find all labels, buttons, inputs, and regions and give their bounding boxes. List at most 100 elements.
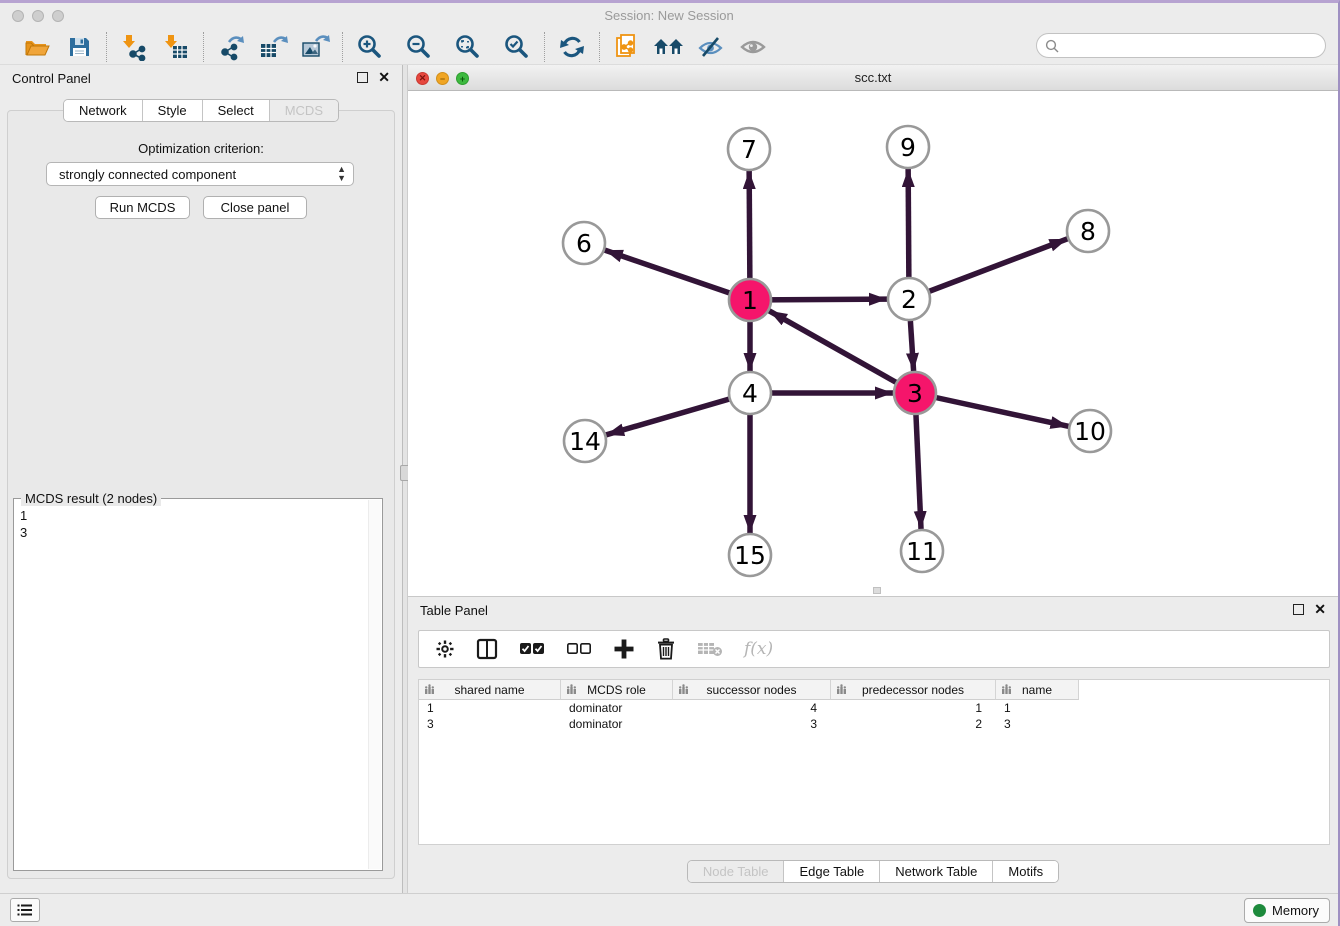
edge-4-14[interactable]	[606, 393, 750, 435]
zoom-selected-icon[interactable]	[500, 32, 534, 62]
table-row[interactable]: 1dominator411	[419, 700, 1329, 716]
search-field[interactable]	[1036, 33, 1326, 58]
zoom-in-icon[interactable]	[353, 32, 387, 62]
select-all-icon[interactable]	[519, 635, 545, 663]
graph-node-1[interactable]: 1	[729, 279, 771, 321]
open-folder-icon[interactable]	[20, 32, 54, 62]
tab-motifs[interactable]: Motifs	[993, 861, 1058, 882]
edge-3-10[interactable]	[915, 393, 1069, 426]
column-type-icon	[424, 684, 435, 695]
save-session-icon[interactable]	[62, 32, 96, 62]
zoom-fit-icon[interactable]	[451, 32, 485, 62]
memory-status-icon	[1253, 904, 1266, 917]
network-window-titlebar[interactable]: ✕ − + scc.txt	[408, 65, 1338, 91]
column-header-successor-nodes[interactable]: successor nodes	[673, 680, 831, 700]
network-view-window: ✕ − + scc.txt 1 2 3 4 6 7 8 9 10 11 14 15	[408, 65, 1338, 596]
tab-network[interactable]: Network	[64, 100, 143, 121]
close-panel-button[interactable]: Close panel	[203, 196, 307, 219]
export-network-icon[interactable]	[214, 32, 248, 62]
add-column-plus-icon[interactable]	[613, 635, 635, 663]
column-header-predecessor-nodes[interactable]: predecessor nodes	[831, 680, 996, 700]
table-cell: 2	[831, 716, 996, 732]
search-input[interactable]	[1064, 36, 1325, 56]
control-panel: Control Panel ✕ NetworkStyleSelectMCDS O…	[0, 65, 402, 893]
graph-node-15[interactable]: 15	[729, 534, 771, 576]
import-network-icon[interactable]	[117, 32, 151, 62]
table-cell: 4	[673, 700, 831, 716]
table-cell: 1	[831, 700, 996, 716]
edge-1-6[interactable]	[605, 250, 750, 300]
node-label: 9	[900, 133, 916, 162]
column-header-name[interactable]: name	[996, 680, 1079, 700]
column-header-label: shared name	[454, 683, 524, 697]
search-icon	[1045, 39, 1059, 53]
show-all-icon	[736, 32, 770, 62]
float-panel-icon[interactable]	[357, 72, 368, 83]
network-resize-handle[interactable]	[873, 587, 881, 594]
refresh-icon[interactable]	[555, 32, 589, 62]
table-settings-gear-icon[interactable]	[435, 635, 455, 663]
tab-style[interactable]: Style	[143, 100, 203, 121]
graph-node-10[interactable]: 10	[1069, 410, 1111, 452]
node-table[interactable]: shared name MCDS rolesuccessor nodesprede…	[418, 679, 1330, 845]
mcds-tab-content: Optimization criterion: strongly connect…	[7, 110, 395, 879]
duplicate-network-icon[interactable]	[610, 32, 644, 62]
network-graph[interactable]: 1 2 3 4 6 7 8 9 10 11 14 15	[408, 91, 1338, 596]
graph-node-8[interactable]: 8	[1067, 210, 1109, 252]
close-panel-icon[interactable]: ✕	[378, 72, 390, 83]
mcds-result-group: MCDS result (2 nodes) 13	[13, 498, 383, 871]
deselect-all-icon[interactable]	[566, 635, 592, 663]
export-image-icon[interactable]	[298, 32, 332, 62]
graph-node-14[interactable]: 14	[564, 420, 606, 462]
tab-node-table[interactable]: Node Table	[688, 861, 785, 882]
import-table-icon[interactable]	[159, 32, 193, 62]
column-type-icon	[1001, 684, 1012, 695]
table-row[interactable]: 3dominator323	[419, 716, 1329, 732]
delete-trash-icon[interactable]	[656, 635, 676, 663]
close-table-panel-icon[interactable]: ✕	[1314, 604, 1326, 615]
node-label: 7	[741, 135, 757, 164]
column-header-MCDS-role[interactable]: MCDS role	[561, 680, 673, 700]
table-cell: 3	[419, 716, 561, 732]
main-toolbar	[0, 29, 1338, 65]
graph-node-9[interactable]: 9	[887, 126, 929, 168]
tab-edge-table[interactable]: Edge Table	[784, 861, 880, 882]
memory-button[interactable]: Memory	[1244, 898, 1330, 923]
mcds-result-title: MCDS result (2 nodes)	[21, 491, 161, 506]
tab-network-table[interactable]: Network Table	[880, 861, 993, 882]
graph-node-4[interactable]: 4	[729, 372, 771, 414]
node-label: 6	[576, 229, 592, 258]
graph-node-2[interactable]: 2	[888, 278, 930, 320]
node-label: 14	[569, 427, 601, 456]
graph-node-6[interactable]: 6	[563, 222, 605, 264]
column-header-shared-name[interactable]: shared name	[419, 680, 561, 700]
column-visibility-icon[interactable]	[476, 635, 498, 663]
float-table-panel-icon[interactable]	[1293, 604, 1304, 615]
graph-node-11[interactable]: 11	[901, 530, 943, 572]
network-canvas[interactable]: 1 2 3 4 6 7 8 9 10 11 14 15	[408, 91, 1338, 596]
mcds-result-list[interactable]: 13	[20, 507, 366, 868]
control-panel-tabs: NetworkStyleSelectMCDS	[0, 99, 402, 122]
result-scrollbar[interactable]	[368, 500, 381, 869]
table-cell: 1	[419, 700, 561, 716]
task-history-button[interactable]	[10, 898, 40, 922]
zoom-out-icon[interactable]	[402, 32, 436, 62]
first-neighbors-icon[interactable]	[652, 32, 686, 62]
network-window-title: scc.txt	[408, 70, 1338, 85]
table-cell: dominator	[561, 716, 673, 732]
tab-select[interactable]: Select	[203, 100, 270, 121]
tab-mcds[interactable]: MCDS	[270, 100, 338, 121]
edge-3-1[interactable]	[769, 311, 915, 393]
export-table-icon[interactable]	[256, 32, 290, 62]
hide-selected-icon[interactable]	[694, 32, 728, 62]
graph-node-3[interactable]: 3	[894, 372, 936, 414]
list-icon	[17, 903, 33, 917]
criterion-dropdown[interactable]: strongly connected component ▲▼	[46, 162, 354, 186]
run-mcds-button[interactable]: Run MCDS	[95, 196, 190, 219]
memory-label: Memory	[1272, 903, 1319, 918]
node-label: 8	[1080, 217, 1096, 246]
edge-2-8[interactable]	[909, 239, 1067, 299]
table-cell: 1	[996, 700, 1079, 716]
graph-node-7[interactable]: 7	[728, 128, 770, 170]
titlebar: Session: New Session	[0, 3, 1338, 29]
